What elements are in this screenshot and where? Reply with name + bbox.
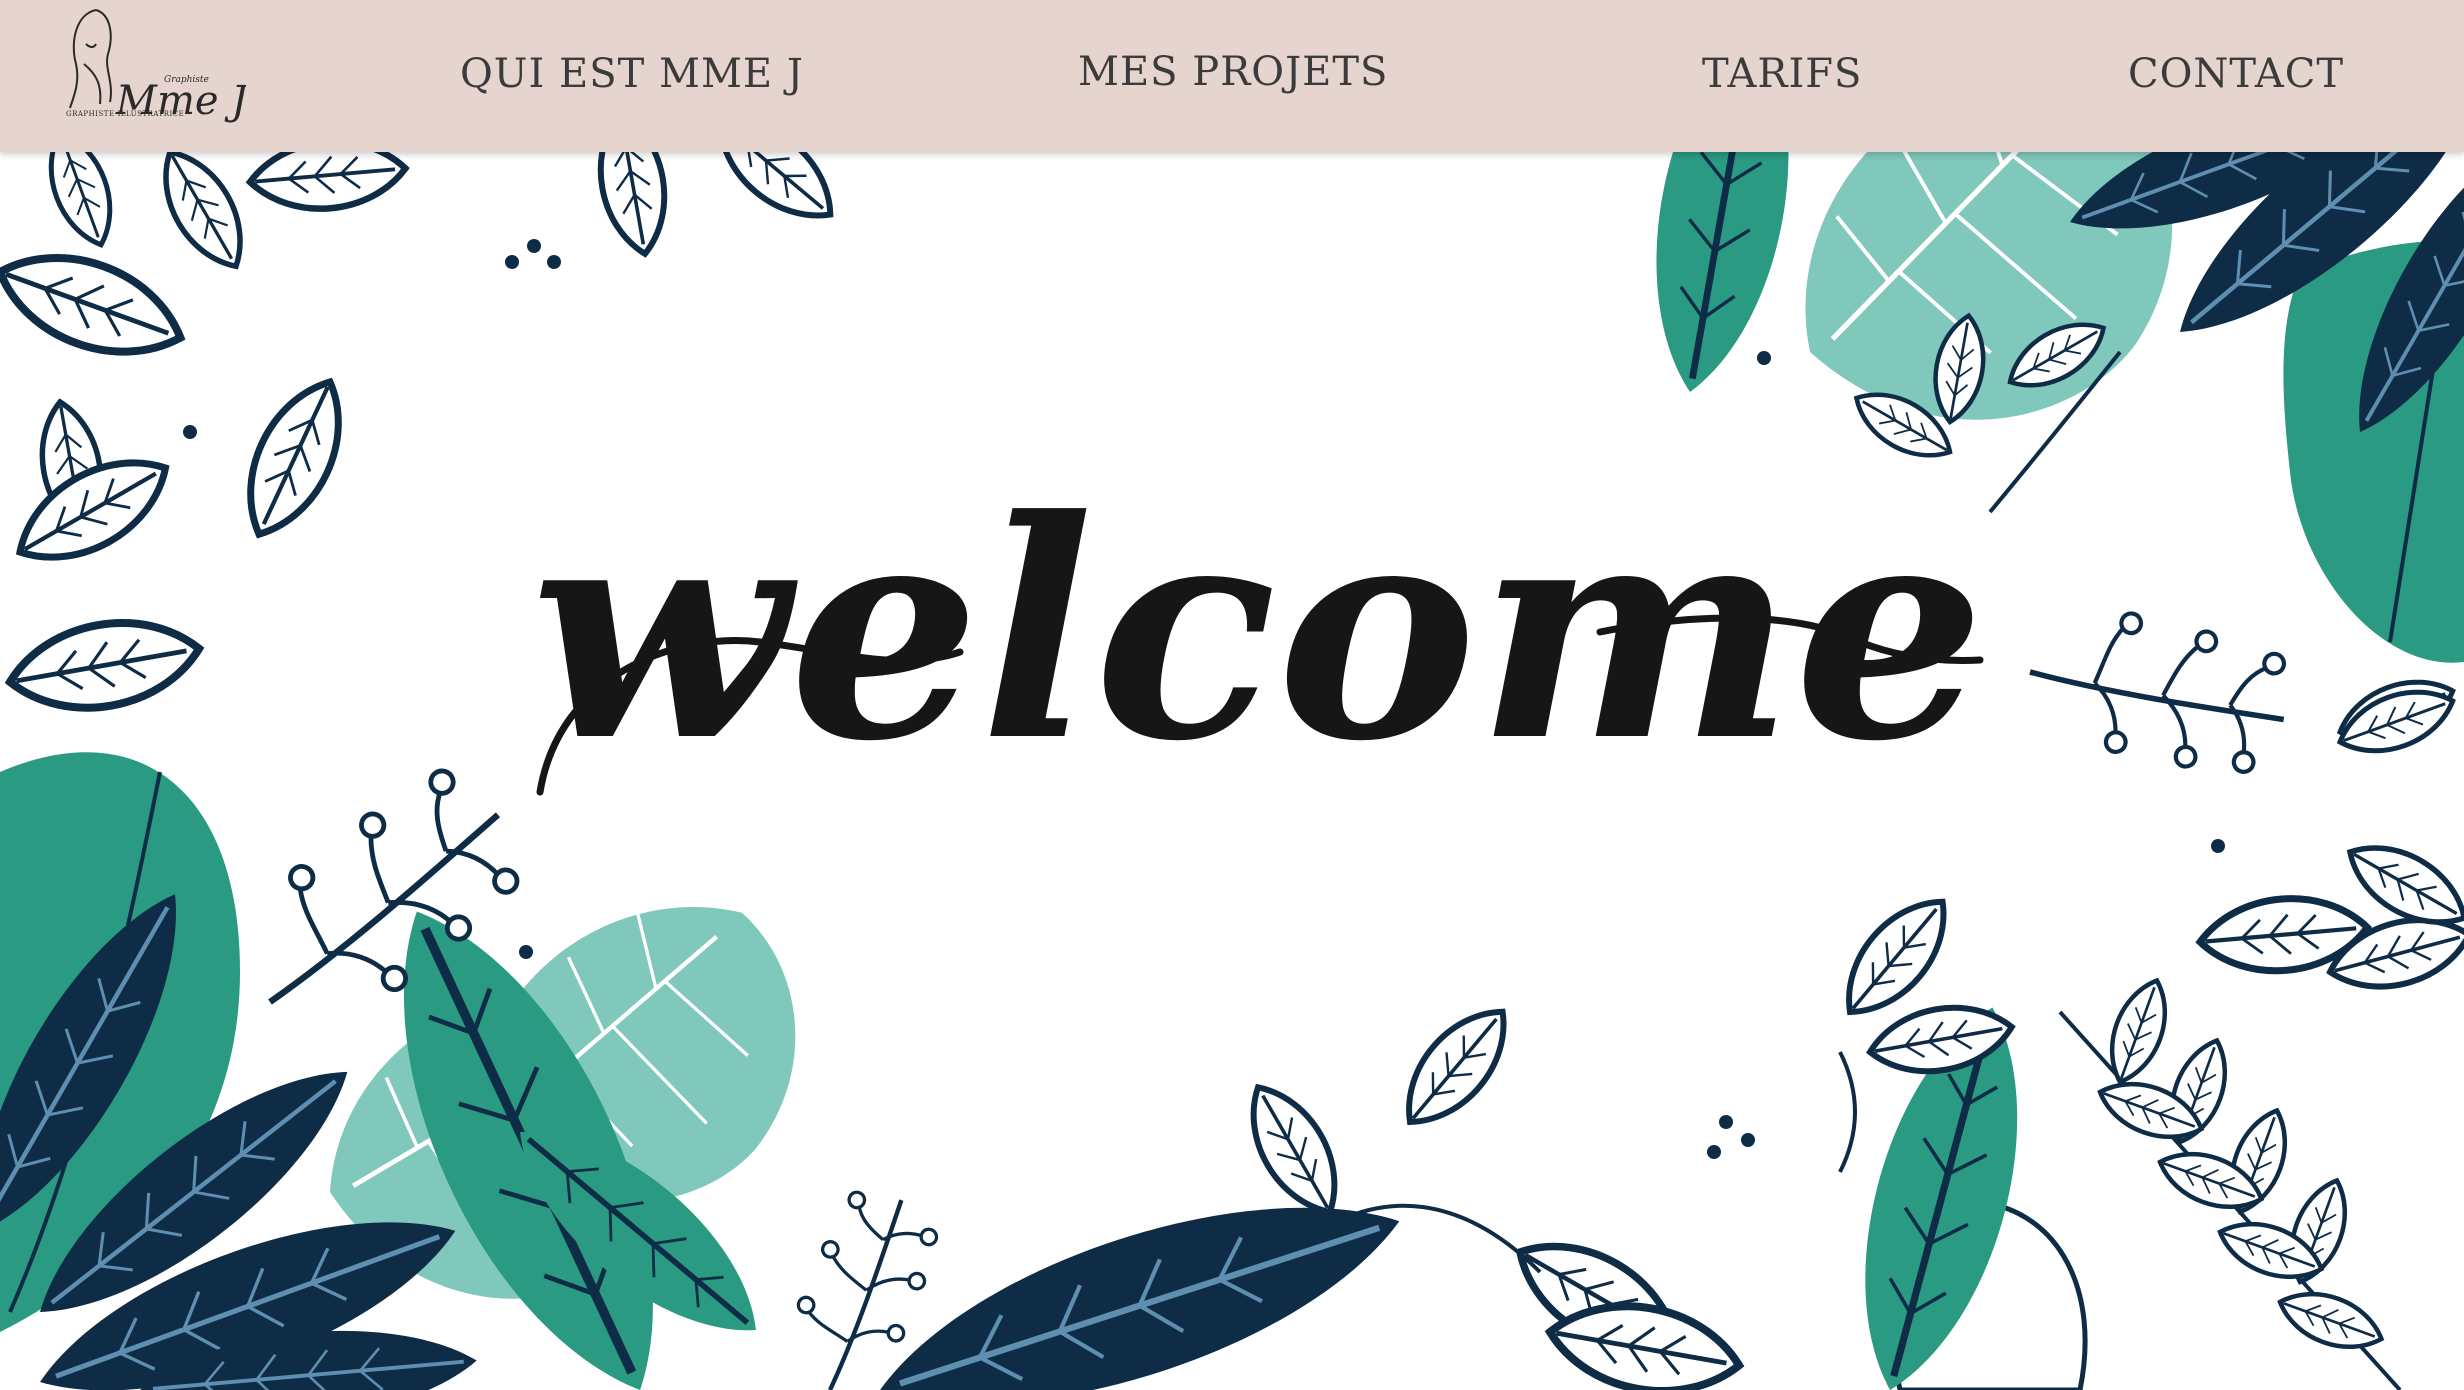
welcome-title: welcome [531, 454, 1985, 807]
welcome-lettering: welcome [531, 454, 1985, 807]
hero-banner: welcome [0, 152, 2464, 1390]
nav-link-mes-projets[interactable]: MES PROJETS [1078, 42, 1388, 102]
logo-signature-text: Graphiste [164, 75, 209, 85]
nav-link-qui-est-mme-j[interactable]: QUI EST MME J [460, 44, 804, 104]
site-header: Mme J Graphiste GRAPHISTE-ILLUSTRATRICE … [0, 0, 2464, 152]
logo-tagline: GRAPHISTE-ILLUSTRATRICE [66, 110, 184, 118]
logo-illustration: Mme J Graphiste GRAPHISTE-ILLUSTRATRICE [66, 9, 249, 124]
leaves-bottom-center [859, 992, 1755, 1390]
botanical-illustration: welcome [0, 152, 2464, 1390]
site-logo[interactable]: Mme J Graphiste GRAPHISTE-ILLUSTRATRICE [56, 4, 249, 150]
leaves-bottom-left [0, 748, 974, 1390]
nav-link-contact[interactable]: CONTACT [2128, 44, 2344, 104]
nav-link-tarifs[interactable]: TARIFS [1702, 44, 1862, 104]
page: Mme J Graphiste GRAPHISTE-ILLUSTRATRICE … [0, 0, 2464, 1390]
